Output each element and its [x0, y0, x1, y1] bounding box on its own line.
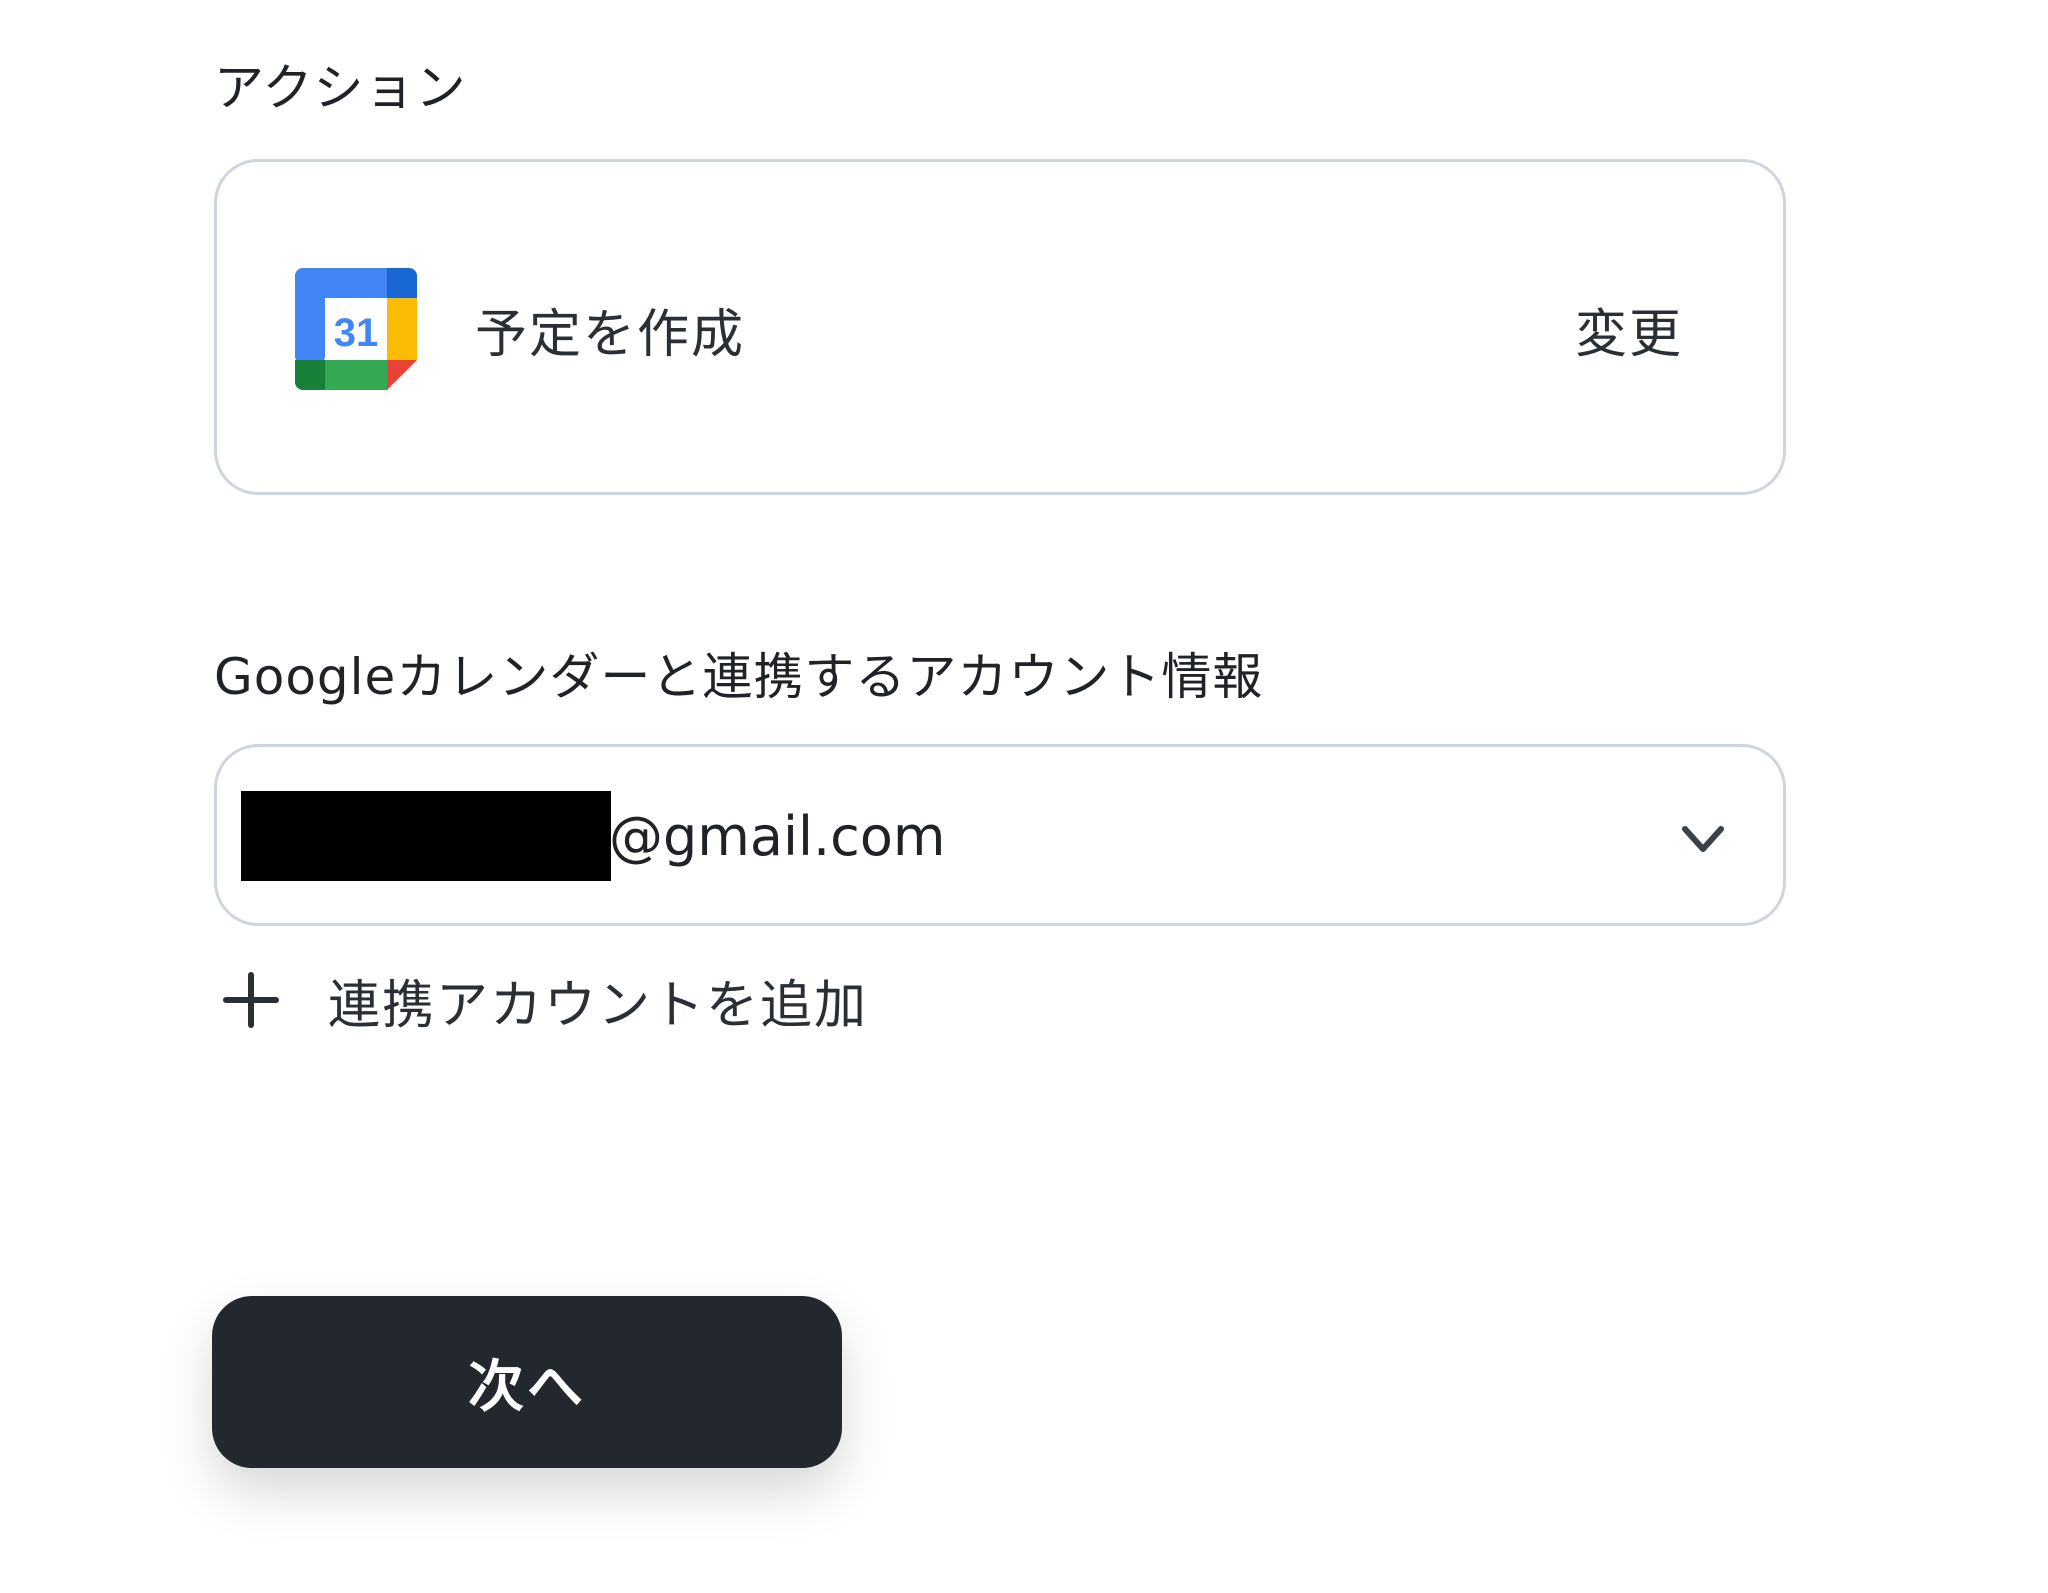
add-account-button[interactable]: 連携アカウントを追加	[222, 964, 868, 1036]
action-card: 31 予定を作成 変更	[214, 159, 1786, 495]
add-account-label: 連携アカウントを追加	[328, 975, 869, 1036]
chevron-down-icon	[1682, 826, 1724, 852]
page: アクション 31 予定を作成 変更 Googleカレンダーと連携するアカウント情…	[0, 0, 2048, 1593]
change-action-link[interactable]: 変更	[1575, 292, 1683, 367]
redacted-email-local-part	[241, 791, 611, 881]
calendar-day-number: 31	[334, 311, 379, 355]
action-name: 予定を作成	[475, 305, 746, 365]
action-section-label: アクション	[214, 59, 467, 117]
account-section-label: Googleカレンダーと連携するアカウント情報	[214, 648, 1264, 706]
account-email-domain: @gmail.com	[609, 805, 946, 868]
account-select[interactable]: @gmail.com	[214, 744, 1786, 926]
next-button[interactable]: 次へ	[212, 1296, 842, 1468]
google-calendar-icon: 31	[295, 268, 417, 390]
plus-icon	[223, 972, 279, 1028]
